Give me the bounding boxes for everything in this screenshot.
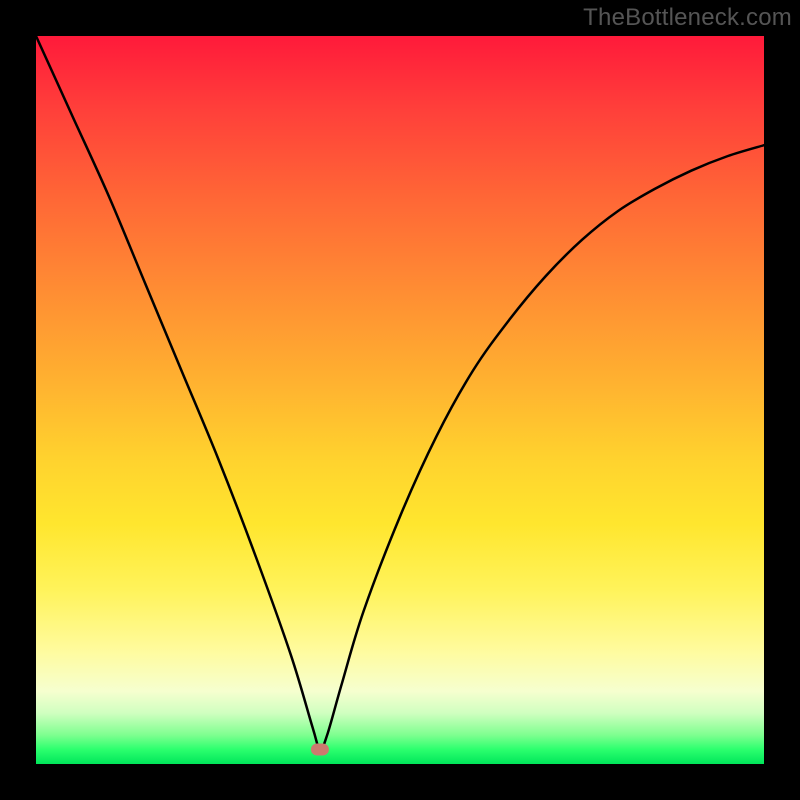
chart-frame: TheBottleneck.com — [0, 0, 800, 800]
chart-plot-area — [36, 36, 764, 764]
min-marker — [311, 743, 329, 755]
bottleneck-curve — [36, 36, 764, 764]
curve-path — [36, 36, 764, 750]
watermark-text: TheBottleneck.com — [583, 4, 792, 32]
